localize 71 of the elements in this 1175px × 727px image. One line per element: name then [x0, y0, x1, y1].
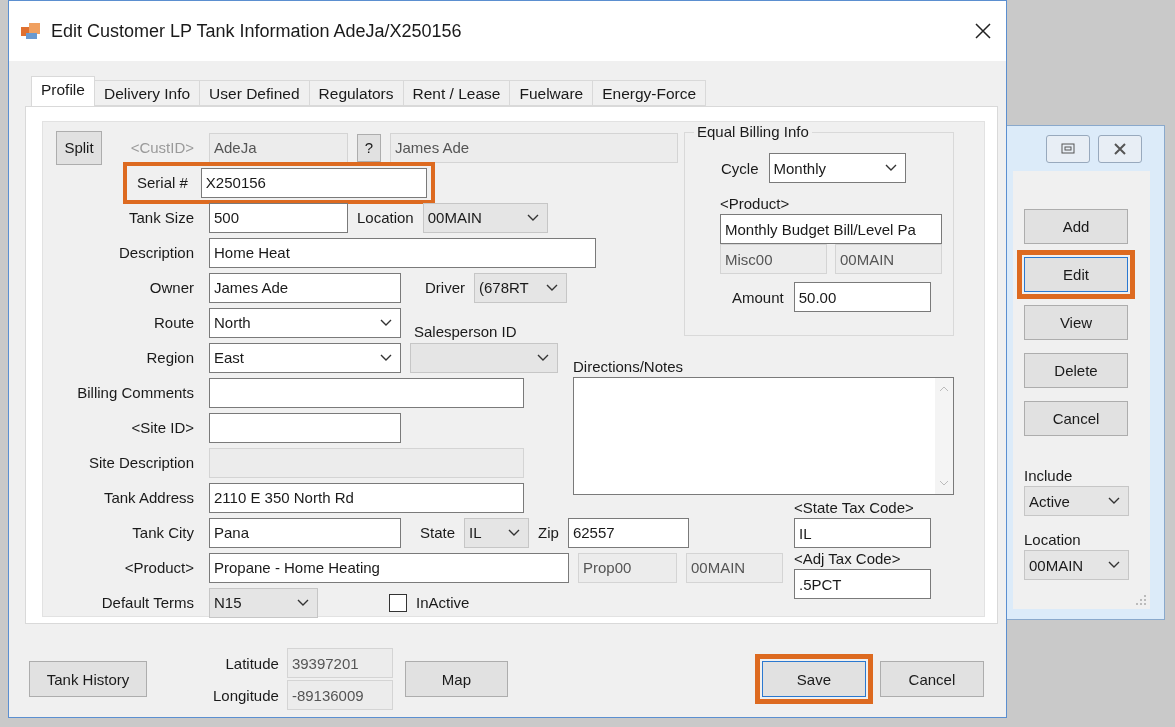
field-label: Longitude [213, 686, 279, 704]
field-label: Route [153, 314, 194, 331]
cancel-button[interactable]: Cancel [879, 661, 984, 697]
field-label: <Site ID> [131, 419, 194, 436]
dropdown[interactable]: North [209, 307, 401, 338]
field-label: Amount [732, 288, 784, 306]
tab[interactable]: Regulators [308, 80, 404, 106]
field-label: Include [1024, 467, 1074, 484]
field-label: Salesperson ID [414, 323, 517, 340]
field-label: Tank City [132, 524, 194, 541]
field-label: Tank Size [128, 209, 194, 226]
field-label: Cycle [721, 159, 759, 177]
dropdown[interactable]: East [209, 342, 401, 373]
split-button[interactable]: Split [56, 130, 102, 165]
field-label: Site Description [88, 454, 194, 471]
side-button[interactable]: Add [1024, 209, 1128, 244]
side-button[interactable]: Delete [1024, 353, 1128, 388]
field-label: <Product> [124, 559, 194, 576]
text-field[interactable]: 2110 E 350 North Rd [209, 482, 524, 513]
tank-history-button[interactable]: Tank History [29, 661, 147, 697]
lookup-button[interactable]: ? [357, 133, 381, 162]
text-field[interactable]: Monthly Budget Bill/Level Pa [720, 214, 942, 244]
text-field[interactable]: 39397201 [286, 648, 393, 678]
group-title: Equal Billing Info [694, 123, 812, 140]
field-label: Owner [149, 279, 194, 296]
side-button[interactable]: Cancel [1024, 401, 1128, 436]
text-field[interactable]: X250156 [200, 167, 427, 198]
text-field[interactable]: 500 [209, 202, 348, 233]
field-label: Description [118, 244, 194, 261]
text-field[interactable]: Pana [209, 517, 401, 548]
dropdown[interactable]: 00MAIN [1024, 550, 1129, 580]
text-field[interactable]: -89136009 [286, 680, 393, 710]
field-label: State [420, 524, 456, 541]
text-field[interactable]: Home Heat [209, 237, 596, 268]
text-field[interactable]: Prop00 [578, 552, 677, 583]
field-label: Latitude [225, 654, 279, 672]
field-label: <Product> [720, 195, 790, 212]
field-label: Directions/Notes [573, 358, 684, 375]
dropdown[interactable]: Active [1024, 486, 1129, 516]
text-field[interactable]: Propane - Home Heating [209, 552, 569, 583]
tab[interactable]: Delivery Info [93, 80, 201, 106]
text-field[interactable]: Misc00 [720, 244, 827, 274]
field-label: Billing Comments [77, 384, 194, 401]
text-field[interactable]: 62557 [567, 517, 689, 548]
tab[interactable]: User Defined [199, 80, 310, 106]
field-label: <CustID> [130, 139, 194, 156]
field-label: Driver [425, 279, 465, 296]
text-field[interactable]: James Ade [209, 272, 401, 303]
text-field[interactable]: 00MAIN [686, 552, 783, 583]
field-label: Default Terms [101, 594, 194, 611]
field-label: Region [146, 349, 194, 366]
field-label: Location [357, 209, 414, 226]
tab[interactable]: Rent / Lease [402, 80, 511, 106]
field-label: <State Tax Code> [794, 499, 915, 516]
text-field[interactable]: 50.00 [793, 282, 931, 312]
dropdown[interactable]: Monthly [768, 153, 906, 183]
field-label: InActive [416, 594, 470, 611]
map-button[interactable]: Map [404, 661, 508, 697]
field-label: Location [1024, 531, 1082, 548]
field-label: <Adj Tax Code> [794, 550, 902, 567]
window-title: Edit Customer LP Tank Information AdeJa/X250156 [51, 20, 463, 42]
tab[interactable]: Profile [31, 76, 95, 106]
field-label: Zip [538, 524, 559, 541]
text-field[interactable]: IL [794, 518, 931, 548]
tab[interactable]: Fuelware [509, 80, 594, 106]
side-button[interactable]: View [1024, 305, 1128, 340]
tab[interactable]: Energy-Force [592, 80, 707, 106]
field-label: Serial # [137, 174, 188, 191]
field-label: Tank Address [103, 489, 194, 506]
text-field[interactable]: 00MAIN [835, 244, 942, 274]
text-field[interactable]: .5PCT [794, 569, 931, 599]
